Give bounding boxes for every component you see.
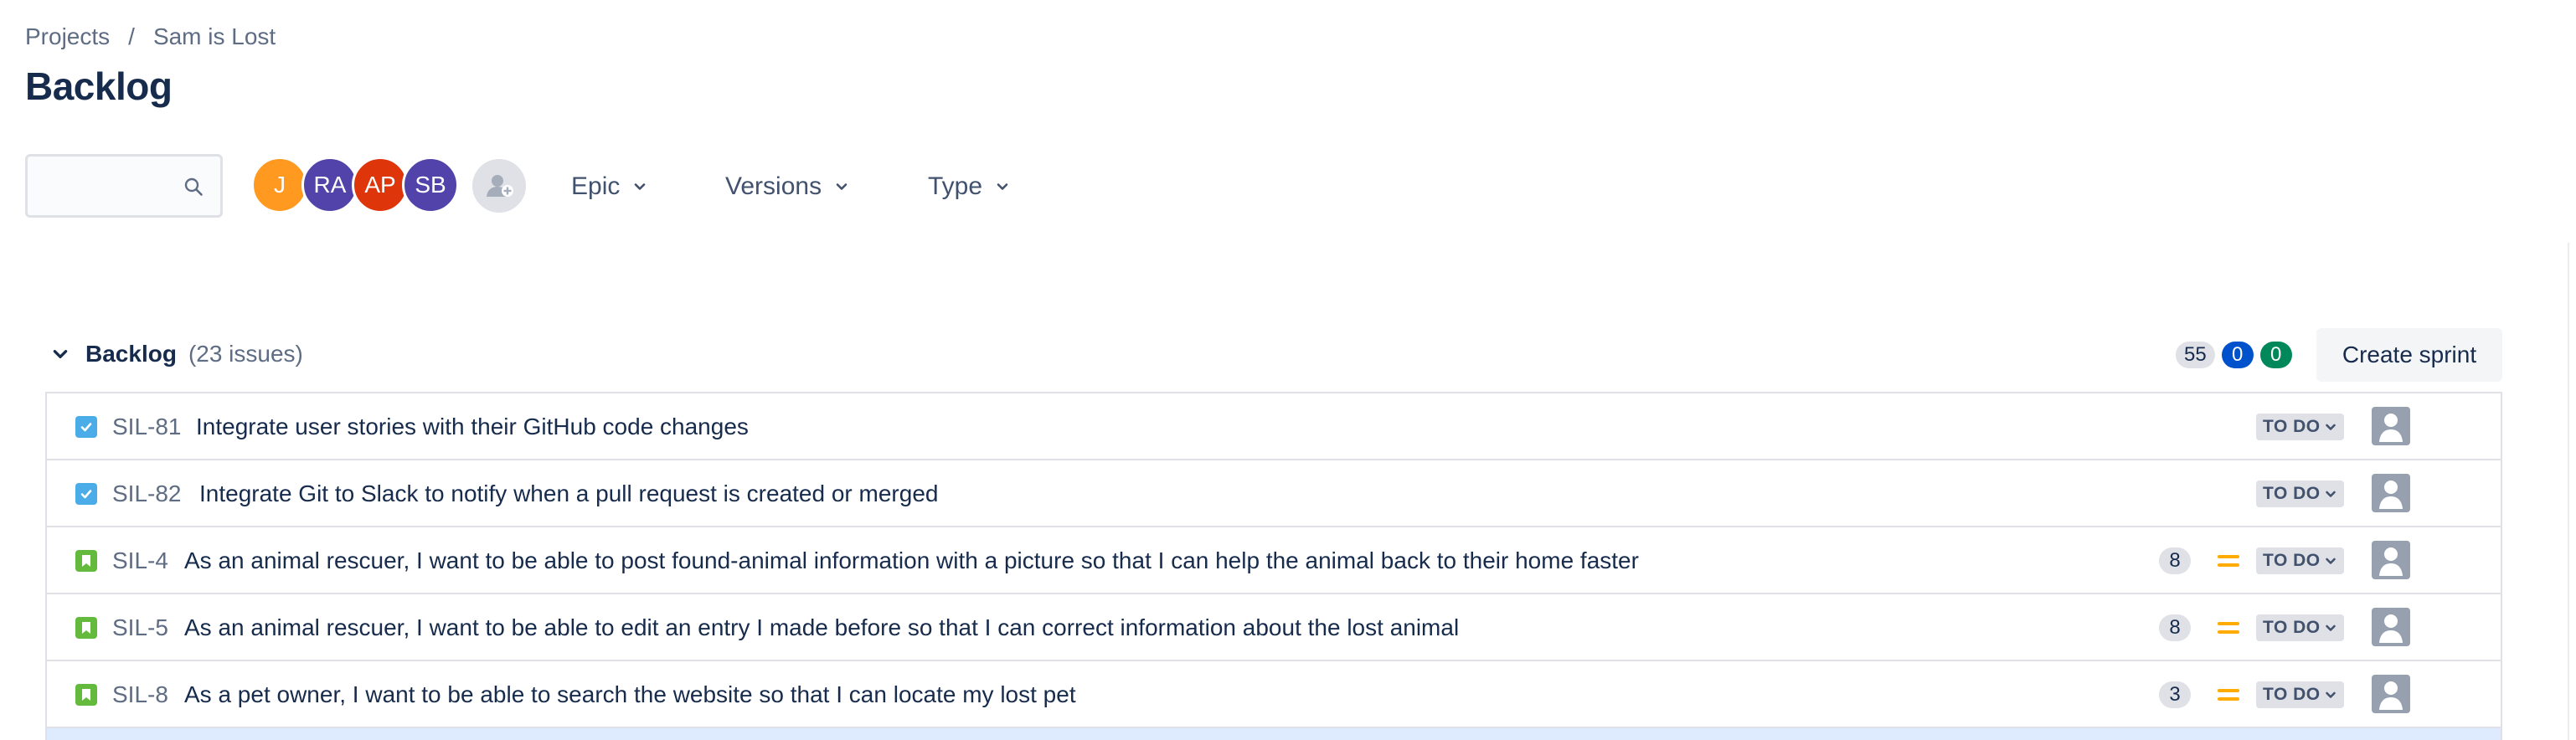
issue-row[interactable]: SIL-8 As a pet owner, I want to be able … [47,661,2501,728]
versions-filter-label: Versions [725,172,822,200]
user-icon [2379,480,2403,509]
not-started-points-badge: 55 [2176,342,2215,368]
priority-medium-icon [2218,622,2239,634]
type-filter-dropdown[interactable]: Type [928,167,1011,206]
chevron-down-icon [2325,691,2336,698]
unassigned-avatar[interactable] [2372,608,2410,646]
avatar-initials: SB [415,172,446,198]
versions-filter-dropdown[interactable]: Versions [725,167,850,206]
chevron-down-icon [2325,491,2336,497]
status-label: TO DO [2263,618,2321,637]
priority-medium-icon [2218,689,2239,701]
issue-key[interactable]: SIL-5 [112,613,168,643]
chevron-down-icon [635,183,646,190]
search-input[interactable] [36,165,182,208]
chevron-down-icon[interactable] [47,341,74,367]
status-label: TO DO [2263,685,2321,704]
issue-summary[interactable]: Integrate Git to Slack to notify when a … [199,479,938,509]
done-points-badge: 0 [2259,342,2292,368]
create-sprint-button[interactable]: Create sprint [2316,328,2502,382]
user-icon [2379,547,2403,576]
priority-medium-icon [2218,555,2239,567]
status-dropdown[interactable]: TO DO [2256,414,2344,440]
issue-summary[interactable]: As a pet owner, I want to be able to sea… [184,680,1076,710]
unassigned-avatar[interactable] [2372,474,2410,512]
avatar[interactable]: SB [402,157,459,213]
epic-filter-dropdown[interactable]: Epic [571,167,648,206]
status-dropdown[interactable]: TO DO [2256,614,2344,641]
breadcrumb-separator: / [128,23,135,49]
chevron-down-icon [2325,624,2336,631]
avatar-initials: RA [313,172,347,198]
search-icon [184,177,203,196]
avatar-initials: AP [364,172,396,198]
chevron-down-icon [997,183,1008,190]
issue-row[interactable]: SIL-4 As an animal rescuer, I want to be… [47,527,2501,594]
add-people-button[interactable] [472,159,526,213]
issue-key[interactable]: SIL-4 [112,546,168,576]
status-label: TO DO [2263,417,2321,436]
issue-summary[interactable]: As an animal rescuer, I want to be able … [184,546,1639,576]
issue-key[interactable]: SIL-82 [112,479,182,509]
issue-summary[interactable]: Integrate user stories with their GitHub… [196,412,749,442]
epic-filter-label: Epic [571,172,621,200]
breadcrumb: Projects / Sam is Lost [25,23,276,50]
user-icon [2379,681,2403,710]
story-icon [75,617,97,639]
in-progress-points-badge: 0 [2221,342,2254,368]
task-icon [75,416,97,438]
status-dropdown[interactable]: TO DO [2256,547,2344,574]
page-title: Backlog [25,64,173,108]
issue-row[interactable]: SIL-5 As an animal rescuer, I want to be… [47,594,2501,661]
status-dropdown[interactable]: TO DO [2256,480,2344,507]
backlog-issue-count: (23 issues) [188,341,303,367]
issue-list: SIL-81 Integrate user stories with their… [45,392,2502,740]
unassigned-avatar[interactable] [2372,407,2410,445]
issue-key[interactable]: SIL-8 [112,680,168,710]
breadcrumb-project-link[interactable]: Sam is Lost [153,23,276,50]
chevron-down-icon [2325,558,2336,564]
avatar-initials: J [274,172,286,198]
search-box[interactable] [25,154,223,218]
issue-key[interactable]: SIL-81 [112,412,182,442]
breadcrumb-projects-link[interactable]: Projects [25,23,110,50]
add-person-icon [487,175,513,197]
story-points-badge[interactable]: 8 [2159,614,2191,641]
issue-summary[interactable]: As an animal rescuer, I want to be able … [184,613,1459,643]
status-dropdown[interactable]: TO DO [2256,681,2344,708]
avatar[interactable]: AP [352,157,409,213]
chevron-down-icon [836,183,848,190]
backlog-title: Backlog [85,341,177,367]
user-icon [2379,614,2403,643]
issue-row-partial[interactable] [47,728,2501,740]
type-filter-label: Type [928,172,983,200]
issue-row[interactable]: SIL-81 Integrate user stories with their… [47,393,2501,460]
task-icon [75,483,97,505]
avatar[interactable]: J [251,157,308,213]
issue-row[interactable]: SIL-82 Integrate Git to Slack to notify … [47,460,2501,527]
backlog-section-header[interactable]: Backlog (23 issues) [47,333,303,375]
story-points-badge[interactable]: 3 [2159,681,2191,708]
story-icon [75,684,97,706]
unassigned-avatar[interactable] [2372,541,2410,579]
story-points-badge[interactable]: 8 [2159,547,2191,574]
user-icon [2379,414,2403,442]
unassigned-avatar[interactable] [2372,675,2410,713]
chevron-down-icon [2325,424,2336,430]
story-point-totals: 55 0 0 [2176,342,2292,368]
status-label: TO DO [2263,551,2321,570]
scrollbar-track[interactable] [2568,243,2576,740]
avatar[interactable]: RA [301,157,358,213]
status-label: TO DO [2263,484,2321,503]
story-icon [75,550,97,572]
